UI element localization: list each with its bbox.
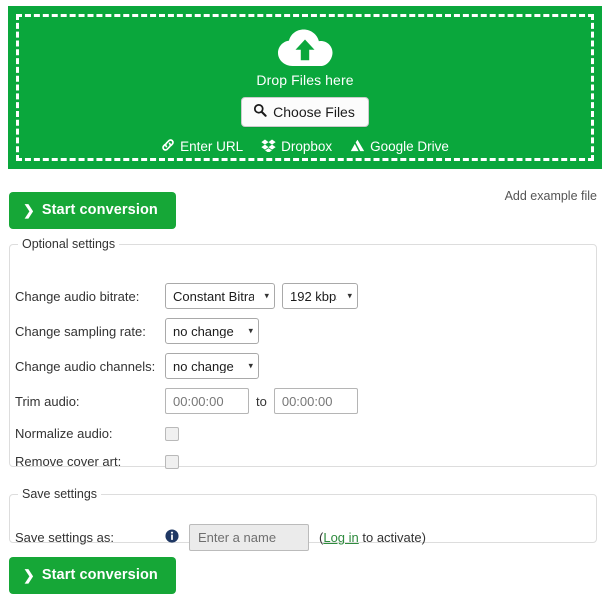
enter-url-link[interactable]: Enter URL [161,138,243,155]
start-conversion-button-bottom[interactable]: ❯ Start conversion [9,557,176,594]
enter-url-label: Enter URL [180,139,244,154]
choose-files-button[interactable]: Choose Files [241,97,369,127]
dropbox-icon [261,139,276,155]
trim-end-input[interactable] [273,388,358,414]
optional-settings-section: Optional settings Change audio bitrate: … [9,237,597,469]
normalize-audio-checkbox[interactable] [165,426,179,441]
log-in-link[interactable]: Log in [323,530,358,545]
dropbox-link[interactable]: Dropbox [261,139,332,155]
save-settings-name-input[interactable] [189,524,309,551]
login-note-rest: to activate) [358,530,426,545]
trim-start-input[interactable] [165,388,249,414]
add-example-file-link[interactable]: Add example file [505,189,597,203]
label-normalize-audio: Normalize audio: [15,426,113,441]
search-icon [253,103,267,120]
row-remove-cover-art: Remove cover art: [15,454,179,469]
info-icon[interactable] [165,529,179,546]
row-save-settings-as: Save settings as: (Log in to activate) [15,524,426,551]
label-change-audio-bitrate: Change audio bitrate: [15,288,140,304]
drop-files-text: Drop Files here [256,72,354,88]
start-conversion-label: Start conversion [41,567,158,583]
google-drive-label: Google Drive [370,139,449,154]
audio-channels-select[interactable]: no change [165,353,259,379]
save-settings-legend: Save settings [22,487,98,501]
start-conversion-label: Start conversion [41,202,158,218]
chevron-right-icon: ❯ [23,202,35,218]
remove-cover-art-checkbox[interactable] [165,454,179,469]
label-change-audio-channels: Change audio channels: [15,358,156,374]
trim-separator-label: to [256,393,267,409]
bitrate-value-select[interactable]: 192 kbps [282,283,358,309]
label-remove-cover-art: Remove cover art: [15,454,122,469]
label-trim-audio: Trim audio: [15,393,80,409]
choose-files-label: Choose Files [273,103,355,120]
row-change-sampling-rate: Change sampling rate: no change [15,318,259,344]
optional-settings-legend: Optional settings [22,237,116,251]
start-conversion-button-top[interactable]: ❯ Start conversion [9,192,176,229]
row-trim-audio: Trim audio: to [15,388,358,414]
label-save-settings-as: Save settings as: [15,530,114,545]
cloud-source-links: Enter URL Dropbox Google Drive [161,138,449,155]
link-icon [161,138,175,155]
bitrate-mode-select[interactable]: Constant Bitrate [165,283,275,309]
google-drive-link[interactable]: Google Drive [350,139,449,155]
login-note: (Log in to activate) [319,530,426,545]
chevron-right-icon: ❯ [23,567,35,583]
google-drive-icon [350,139,365,155]
sampling-rate-select[interactable]: no change [165,318,259,344]
label-change-sampling-rate: Change sampling rate: [15,323,146,339]
row-change-audio-channels: Change audio channels: no change [15,353,259,379]
cloud-upload-icon [276,28,334,68]
file-dropzone[interactable]: Drop Files here Choose Files Enter URL D… [8,6,602,169]
dropzone-dashed-border: Drop Files here Choose Files Enter URL D… [16,14,594,161]
row-normalize-audio: Normalize audio: [15,426,179,441]
save-settings-section: Save settings Save settings as: (Log in … [9,487,597,551]
dropbox-label: Dropbox [281,139,333,154]
row-change-audio-bitrate: Change audio bitrate: Constant Bitrate 1… [15,283,358,309]
